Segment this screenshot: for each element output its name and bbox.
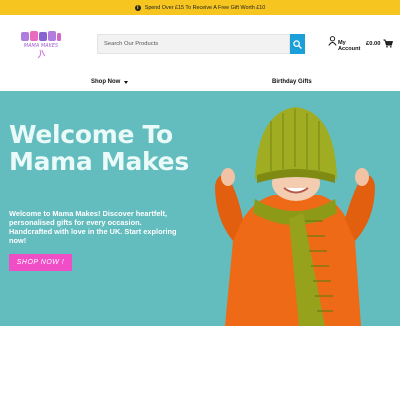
search-bar <box>97 34 305 54</box>
page-content-area <box>0 326 400 400</box>
promo-text: Spend Over £15 To Receive A Free Gift Wo… <box>144 4 266 11</box>
mama-makes-logo[interactable]: MAMA MAKES <box>20 29 62 59</box>
hero-title: Welcome To Mama Makes <box>9 120 189 176</box>
main-nav: Shop Now Birthday Gifts <box>0 75 400 91</box>
chevron-down-icon <box>124 80 129 84</box>
svg-text:MAMA MAKES: MAMA MAKES <box>24 43 59 49</box>
my-account-link[interactable]: My Account <box>328 36 364 52</box>
cart-icon <box>383 39 393 48</box>
hero-child-photo <box>215 107 375 326</box>
nav-birthday-gifts[interactable]: Birthday Gifts <box>272 79 312 85</box>
user-icon <box>328 36 337 46</box>
shop-now-button[interactable]: SHOP NOW ! <box>9 254 72 271</box>
search-input[interactable] <box>97 34 290 54</box>
hero-description: Welcome to Mama Makes! Discover heartfel… <box>9 209 177 245</box>
promo-bar: i Spend Over £15 To Receive A Free Gift … <box>0 0 400 15</box>
cart-link[interactable]: £0.00 <box>366 39 393 48</box>
hero-banner: Welcome To Mama Makes Welcome to Mama Mak… <box>0 91 400 326</box>
my-account-label: My Account <box>338 40 361 52</box>
cart-amount: £0.00 <box>366 40 381 47</box>
nav-shop-now-label: Shop Now <box>91 79 121 85</box>
search-button[interactable] <box>290 34 305 54</box>
nav-shop-now[interactable]: Shop Now <box>91 79 129 85</box>
site-header: MAMA MAKES MyAccount £0.00 <box>0 15 400 75</box>
search-icon <box>293 39 302 49</box>
info-icon: i <box>134 4 141 11</box>
